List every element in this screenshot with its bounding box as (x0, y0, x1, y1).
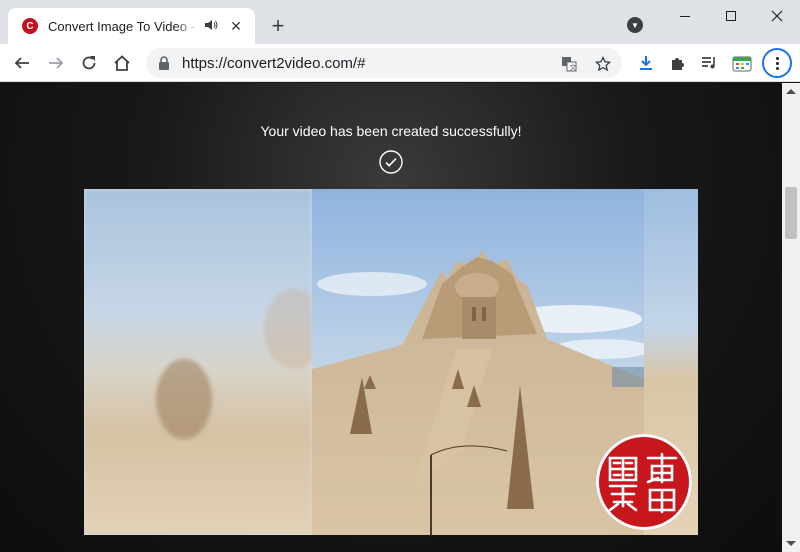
tab-search-icon[interactable]: ▼ (627, 17, 643, 33)
video-blurred-background-left (84, 189, 324, 535)
calendar-extension-icon[interactable] (732, 53, 752, 73)
speaker-icon[interactable] (204, 19, 218, 34)
reload-icon[interactable] (77, 51, 101, 75)
extensions-puzzle-icon[interactable] (668, 53, 688, 73)
download-icon[interactable] (636, 53, 656, 73)
site-favicon-icon: C (22, 18, 38, 34)
watermark-seal-logo (596, 434, 692, 530)
tab-close-icon[interactable]: ✕ (228, 18, 244, 34)
browser-tab[interactable]: C Convert Image To Video - C ✕ (8, 8, 255, 44)
translate-icon[interactable]: 文 (560, 55, 578, 73)
svg-text:文: 文 (570, 63, 577, 72)
bookmark-star-icon[interactable] (594, 55, 612, 73)
forward-arrow-icon[interactable] (44, 51, 68, 75)
back-arrow-icon[interactable] (10, 51, 34, 75)
success-message: Your video has been created successfully… (260, 123, 522, 139)
minimize-button[interactable] (662, 0, 708, 32)
new-tab-button[interactable]: + (266, 14, 290, 38)
tab-title: Convert Image To Video - C (48, 18, 198, 34)
scroll-up-arrow-icon[interactable] (786, 89, 796, 94)
home-icon[interactable] (110, 51, 134, 75)
media-control-icon[interactable] (700, 53, 720, 73)
browser-toolbar: https://convert2video.com/# 文 (0, 44, 800, 82)
browser-menu-button[interactable] (762, 48, 792, 78)
page-scrollbar[interactable] (782, 83, 800, 552)
check-circle-icon (379, 150, 403, 174)
url-text: https://convert2video.com/# (182, 54, 366, 72)
browser-titlebar: C Convert Image To Video - C ✕ + ▼ (0, 0, 800, 44)
address-bar[interactable]: https://convert2video.com/# 文 (146, 48, 622, 78)
video-frame-sand-castle (312, 189, 652, 535)
scroll-down-arrow-icon[interactable] (786, 541, 796, 546)
close-window-button[interactable] (754, 0, 800, 32)
lock-icon[interactable] (158, 56, 172, 70)
maximize-button[interactable] (708, 0, 754, 32)
scrollbar-thumb[interactable] (785, 187, 797, 239)
